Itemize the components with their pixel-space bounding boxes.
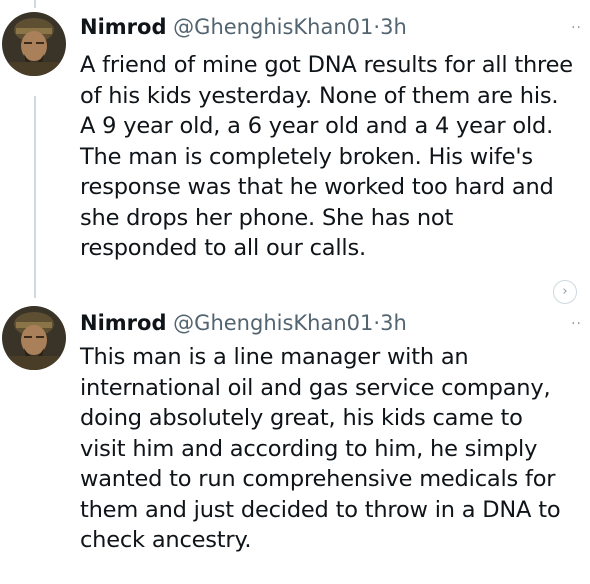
tweet-line: check ancestry. (80, 527, 252, 553)
tweet-line: The man is completely broken. His wife's (80, 143, 533, 170)
tweet-line: A 9 year old, a 6 year old and a 4 year … (80, 113, 554, 139)
tweet-line: wanted to run comprehensive medicals for (80, 466, 556, 492)
tweet-1[interactable]: Nimrod @GhenghisKhan01·3h ·· A friend of… (0, 0, 590, 300)
tweet-text: A friend of mine got DNA results for all… (80, 50, 590, 264)
avatar-portrait-icon (2, 306, 66, 370)
user-handle[interactable]: @GhenghisKhan01 (173, 15, 373, 39)
user-handle[interactable]: @GhenghisKhan01 (173, 311, 373, 335)
avatar[interactable] (2, 306, 66, 370)
tweet-line: response was that he worked too hard and (80, 174, 554, 200)
tweet-line: international oil and gas service compan… (80, 374, 551, 401)
timestamp[interactable]: 3h (380, 311, 407, 335)
tweet-header: Nimrod @GhenghisKhan01·3h (80, 14, 407, 40)
tweet-line: responded to all our calls. (80, 235, 366, 261)
tweet-text: This man is a line manager with an inter… (80, 342, 590, 556)
avatar[interactable] (2, 12, 66, 76)
tweet-header: Nimrod @GhenghisKhan01·3h (80, 310, 407, 336)
tweet-line: she drops her phone. She has not (80, 204, 454, 231)
timestamp[interactable]: 3h (380, 15, 407, 39)
avatar-portrait-icon (2, 12, 66, 76)
tweet-line: doing absolutely great, his kids came to (80, 405, 523, 431)
ellipsis-icon[interactable]: ·· (571, 316, 582, 332)
tweet-line: of his kids yesterday. None of them are … (80, 82, 559, 109)
tweet-2[interactable]: Nimrod @GhenghisKhan01·3h ·· This man is… (0, 298, 590, 584)
display-name[interactable]: Nimrod (80, 15, 166, 39)
display-name[interactable]: Nimrod (80, 311, 166, 335)
tweet-line: them and just decided to throw in a DNA … (80, 496, 561, 523)
tweet-line: visit him and according to him, he simpl… (80, 435, 538, 462)
ellipsis-icon[interactable]: ·· (571, 20, 582, 36)
tweet-line: This man is a line manager with an (80, 344, 469, 370)
tweet-line: A friend of mine got DNA results for all… (80, 52, 573, 78)
